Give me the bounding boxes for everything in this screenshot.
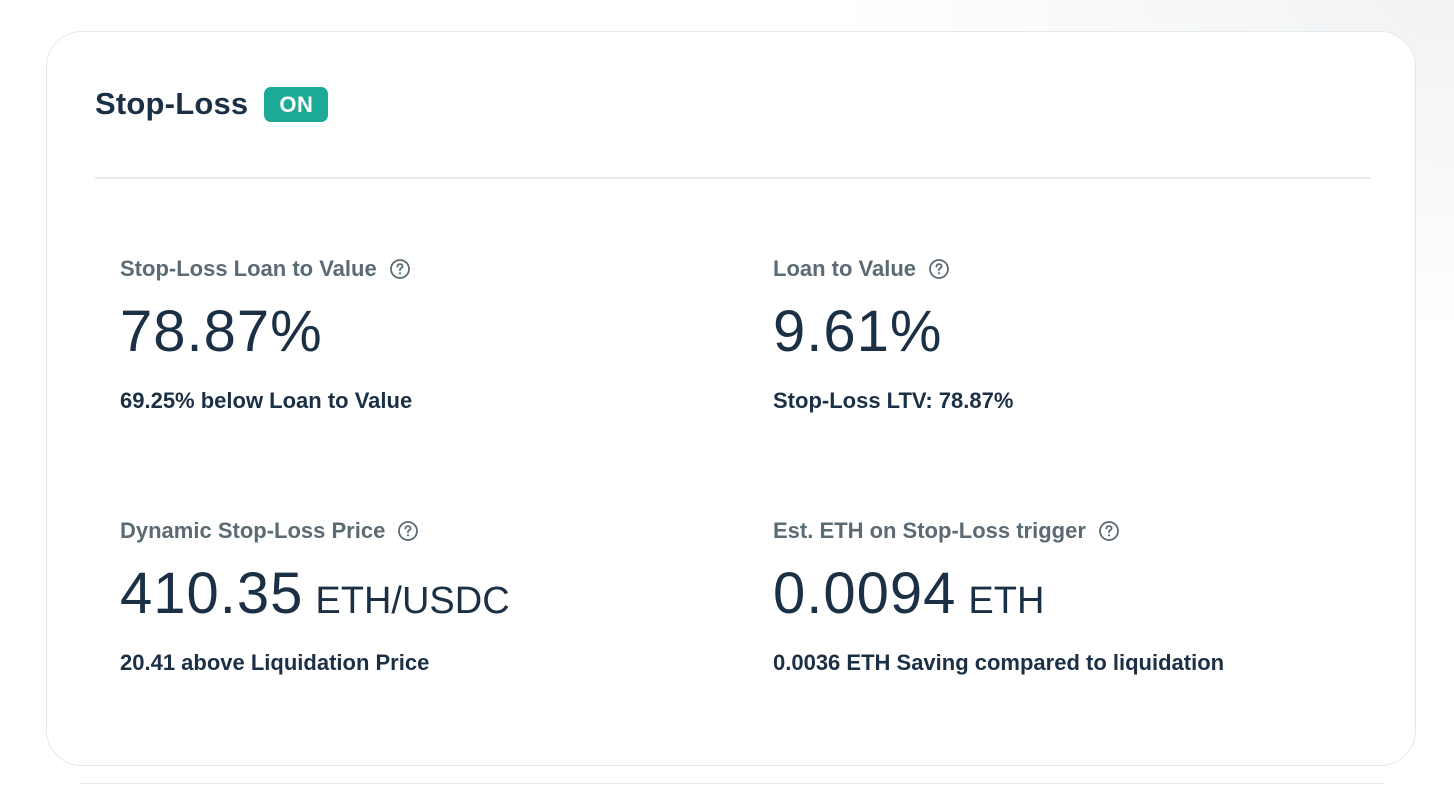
- header-divider: [95, 177, 1370, 179]
- stat-label: Est. ETH on Stop-Loss trigger: [773, 518, 1086, 543]
- help-icon[interactable]: [397, 520, 419, 542]
- stat-caption: Stop-Loss LTV: 78.87%: [773, 388, 1014, 413]
- stat-est-eth-on-trigger: Est. ETH on Stop-Loss trigger 0.0094 ETH…: [773, 516, 1224, 676]
- stat-value-row: 78.87%: [120, 298, 412, 366]
- stat-dynamic-stop-loss-price: Dynamic Stop-Loss Price 410.35 ETH/USDC …: [120, 516, 510, 676]
- status-badge: ON: [264, 86, 329, 122]
- stat-label-row: Dynamic Stop-Loss Price: [120, 516, 510, 546]
- card-title: Stop-Loss: [95, 86, 249, 121]
- stat-label-row: Stop-Loss Loan to Value: [120, 254, 412, 284]
- stat-unit: ETH/USDC: [315, 580, 510, 622]
- stat-label: Stop-Loss Loan to Value: [120, 256, 377, 281]
- help-icon[interactable]: [389, 258, 411, 280]
- stat-value: 9.61%: [773, 299, 943, 364]
- stat-stop-loss-ltv: Stop-Loss Loan to Value 78.87% 69.25% be…: [120, 254, 412, 414]
- stat-value-row: 9.61%: [773, 298, 1013, 366]
- stat-label-row: Est. ETH on Stop-Loss trigger: [773, 516, 1224, 546]
- stat-loan-to-value: Loan to Value 9.61% Stop-Loss LTV: 78.87…: [773, 254, 1013, 414]
- stat-value: 0.0094: [773, 561, 957, 626]
- stat-value: 410.35: [120, 561, 304, 626]
- stat-label-row: Loan to Value: [773, 254, 1013, 284]
- stat-value-row: 410.35 ETH/USDC: [120, 560, 510, 628]
- stat-value: 78.87%: [120, 299, 323, 364]
- stat-unit: ETH: [968, 580, 1045, 622]
- stat-value-row: 0.0094 ETH: [773, 560, 1224, 628]
- page: Stop-Loss ON Stop-Loss Loan to Value 78.…: [0, 0, 1454, 786]
- stat-caption: 69.25% below Loan to Value: [120, 388, 413, 413]
- stat-label: Loan to Value: [773, 256, 917, 281]
- stop-loss-card: Stop-Loss ON Stop-Loss Loan to Value 78.…: [46, 31, 1416, 766]
- help-icon[interactable]: [1098, 520, 1120, 542]
- stat-label: Dynamic Stop-Loss Price: [120, 518, 386, 543]
- stat-caption: 20.41 above Liquidation Price: [120, 650, 430, 675]
- card-header: Stop-Loss ON: [95, 86, 329, 122]
- help-icon[interactable]: [928, 258, 950, 280]
- stat-caption: 0.0036 ETH Saving compared to liquidatio…: [773, 650, 1225, 675]
- page-divider: [80, 783, 1384, 784]
